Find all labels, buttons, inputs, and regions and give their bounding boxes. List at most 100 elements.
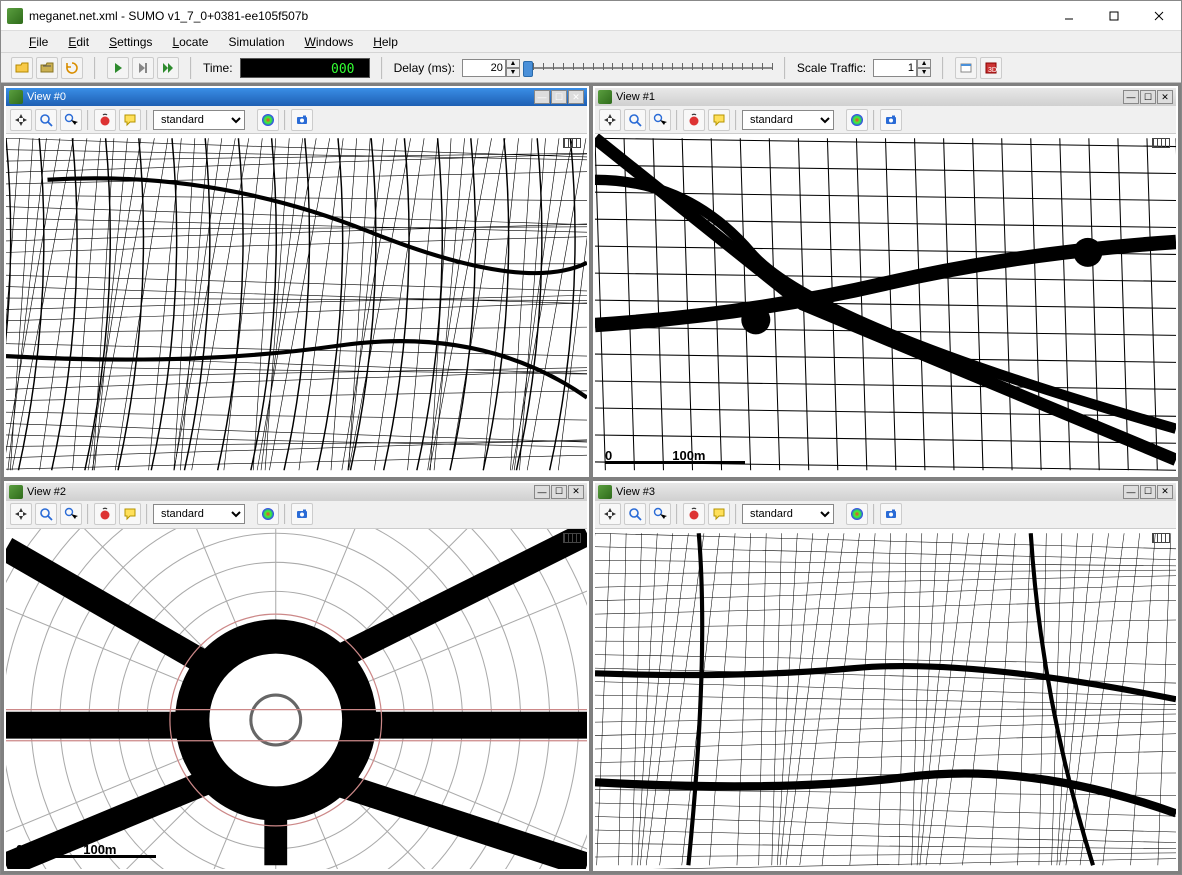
open-button[interactable] [11, 57, 33, 79]
color-settings-button[interactable] [257, 109, 279, 131]
view-toolbar: standard [6, 501, 587, 529]
view-header[interactable]: View #3 — ☐ ✕ [595, 483, 1176, 501]
view-close-button[interactable]: ✕ [568, 90, 584, 104]
screenshot-button[interactable] [880, 503, 902, 525]
zoom-button[interactable] [624, 109, 646, 131]
menu-locate[interactable]: Locate [162, 33, 218, 51]
menu-file[interactable]: File [19, 33, 58, 51]
edit-coloring-button[interactable] [683, 503, 705, 525]
sumo-icon [9, 90, 23, 104]
step-button[interactable] [132, 57, 154, 79]
screenshot-button[interactable] [291, 503, 313, 525]
menu-simulation[interactable]: Simulation [218, 33, 294, 51]
view-close-button[interactable]: ✕ [1157, 90, 1173, 104]
main-toolbar: Time: 000 Delay (ms): ▲ ▼ Scale Traffic: [1, 53, 1181, 83]
recenter-button[interactable] [599, 503, 621, 525]
delay-up[interactable]: ▲ [506, 59, 520, 68]
view-toolbar: standard [6, 106, 587, 134]
zoom-button[interactable] [624, 503, 646, 525]
view-header[interactable]: View #1 — ☐ ✕ [595, 88, 1176, 106]
tooltip-button[interactable] [708, 109, 730, 131]
svg-text:000: 000 [331, 62, 354, 76]
scale-traffic-spinbox[interactable]: ▲ ▼ [873, 59, 931, 77]
edit-coloring-button[interactable] [94, 109, 116, 131]
view-header[interactable]: View #0 — ☐ ✕ [6, 88, 587, 106]
scale-traffic-input[interactable] [873, 59, 917, 77]
view-header[interactable]: View #2 — ☐ ✕ [6, 483, 587, 501]
view-panel-2: View #2 — ☐ ✕ standard [4, 481, 589, 872]
delay-input[interactable] [462, 59, 506, 77]
color-settings-button[interactable] [846, 503, 868, 525]
view-close-button[interactable]: ✕ [1157, 485, 1173, 499]
view-maximize-button[interactable]: ☐ [551, 90, 567, 104]
sumo-icon [598, 90, 612, 104]
tooltip-button[interactable] [119, 109, 141, 131]
edit-coloring-button[interactable] [94, 503, 116, 525]
menu-settings[interactable]: Settings [99, 33, 162, 51]
select-button[interactable] [60, 109, 82, 131]
view-close-button[interactable]: ✕ [568, 485, 584, 499]
recenter-button[interactable] [599, 109, 621, 131]
scheme-select[interactable]: standard [742, 110, 834, 130]
tooltip-button[interactable] [708, 503, 730, 525]
select-button[interactable] [649, 109, 671, 131]
scheme-select[interactable]: standard [742, 504, 834, 524]
zoom-button[interactable] [35, 503, 57, 525]
view-minimize-button[interactable]: — [1123, 485, 1139, 499]
screenshot-button[interactable] [880, 109, 902, 131]
view-minimize-button[interactable]: — [1123, 90, 1139, 104]
close-button[interactable] [1136, 1, 1181, 31]
time-label: Time: [203, 61, 233, 75]
workarea: View #0 — ☐ ✕ standard [1, 83, 1181, 874]
maximize-button[interactable] [1091, 1, 1136, 31]
record-button[interactable]: 3D [980, 57, 1002, 79]
delay-spinbox[interactable]: ▲ ▼ [462, 59, 520, 77]
zoom-button[interactable] [35, 109, 57, 131]
view-title: View #3 [616, 486, 1122, 498]
menu-windows[interactable]: Windows [295, 33, 364, 51]
sumo-icon [9, 485, 23, 499]
map-canvas[interactable]: 0 100m [595, 134, 1176, 475]
menu-help[interactable]: Help [363, 33, 408, 51]
screenshot-button[interactable] [291, 109, 313, 131]
scale-bar: 0 100m [16, 842, 116, 857]
view-panel-1: View #1 — ☐ ✕ standard [593, 86, 1178, 477]
color-settings-button[interactable] [846, 109, 868, 131]
ruler-icon [1152, 533, 1170, 543]
menu-edit[interactable]: Edit [58, 33, 99, 51]
delay-down[interactable]: ▼ [506, 68, 520, 77]
fast-forward-button[interactable] [157, 57, 179, 79]
menu-bar: File Edit Settings Locate Simulation Win… [1, 31, 1181, 53]
view-minimize-button[interactable]: — [534, 485, 550, 499]
view-title: View #0 [27, 91, 533, 103]
view-maximize-button[interactable]: ☐ [1140, 485, 1156, 499]
scale-up[interactable]: ▲ [917, 59, 931, 68]
map-canvas[interactable] [595, 529, 1176, 870]
color-settings-button[interactable] [257, 503, 279, 525]
ruler-icon [563, 138, 581, 148]
edit-coloring-button[interactable] [683, 109, 705, 131]
window-title: meganet.net.xml - SUMO v1_7_0+0381-ee105… [29, 9, 1046, 23]
scale-down[interactable]: ▼ [917, 68, 931, 77]
new-view-button[interactable] [955, 57, 977, 79]
map-canvas[interactable]: 0 100m [6, 529, 587, 870]
delay-slider[interactable] [523, 58, 773, 78]
view-title: View #2 [27, 486, 533, 498]
scheme-select[interactable]: standard [153, 110, 245, 130]
ruler-icon [563, 533, 581, 543]
tooltip-button[interactable] [119, 503, 141, 525]
minimize-button[interactable] [1046, 1, 1091, 31]
map-canvas[interactable] [6, 134, 587, 475]
play-button[interactable] [107, 57, 129, 79]
view-maximize-button[interactable]: ☐ [1140, 90, 1156, 104]
view-minimize-button[interactable]: — [534, 90, 550, 104]
select-button[interactable] [60, 503, 82, 525]
recenter-button[interactable] [10, 109, 32, 131]
view-maximize-button[interactable]: ☐ [551, 485, 567, 499]
scheme-select[interactable]: standard [153, 504, 245, 524]
ruler-icon [1152, 138, 1170, 148]
select-button[interactable] [649, 503, 671, 525]
open-network-button[interactable] [36, 57, 58, 79]
recenter-button[interactable] [10, 503, 32, 525]
reload-button[interactable] [61, 57, 83, 79]
